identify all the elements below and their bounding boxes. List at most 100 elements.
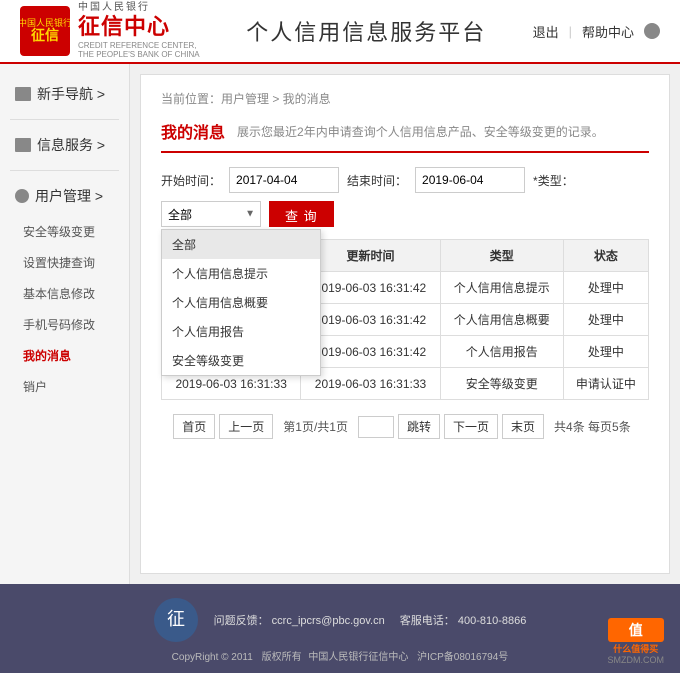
sidebar-item-my-message[interactable]: 我的消息	[0, 340, 129, 371]
logo-cn-top: 中国人民银行	[78, 2, 200, 14]
sidebar-guide-label: 新手导航 >	[37, 84, 105, 104]
footer-logo: 征	[154, 598, 198, 642]
sidebar: 新手导航 > 信息服务 > 用户管理 > 安全等级变更 设置快捷查询 基本信息修…	[0, 64, 130, 584]
footer-top: 征 问题反馈： ccrc_ipcrs@pbc.gov.cn 客服电话： 400-…	[20, 598, 660, 642]
logout-link[interactable]: 退出	[533, 22, 559, 41]
col-update-time: 更新时间	[301, 240, 440, 272]
logo-en-line2: THE PEOPLE'S BANK OF CHINA	[78, 50, 200, 60]
cell-update-time: 2019-06-03 16:31:42	[301, 336, 440, 368]
feedback-email: ccrc_ipcrs@pbc.gov.cn	[272, 615, 385, 627]
guide-icon	[15, 87, 31, 101]
goto-page-btn[interactable]: 跳转	[398, 414, 440, 439]
cell-status: 处理中	[563, 272, 648, 304]
col-status: 状态	[563, 240, 648, 272]
logo-emblem: 中国人民银行 征信	[20, 6, 70, 56]
logo-area: 中国人民银行 征信 中国人民银行 征信中心 CREDIT REFERENCE C…	[20, 2, 200, 60]
sidebar-user-label: 用户管理 >	[35, 186, 103, 206]
header-actions: 退出 | 帮助中心	[533, 22, 660, 41]
cell-type: 安全等级变更	[440, 368, 563, 400]
type-dropdown: 全部 个人信用信息提示 个人信用信息概要 个人信用报告 安全等级变更	[161, 229, 321, 376]
col-type: 类型	[440, 240, 563, 272]
footer-wrapper: 征 问题反馈： ccrc_ipcrs@pbc.gov.cn 客服电话： 400-…	[0, 584, 680, 673]
logo-en-line1: CREDIT REFERENCE CENTER,	[78, 41, 200, 51]
svg-text:征: 征	[167, 609, 185, 629]
header-icon-help	[644, 23, 660, 39]
sidebar-item-phone-modify[interactable]: 手机号码修改	[0, 309, 129, 340]
cell-type: 个人信用报告	[440, 336, 563, 368]
rights: 版权所有	[262, 652, 302, 663]
page-subtitle: 展示您最近2年内申请查询个人信用信息产品、安全等级变更的记录。	[237, 123, 604, 140]
side-logo: 值	[608, 618, 665, 642]
sidebar-item-user[interactable]: 用户管理 >	[0, 176, 129, 216]
next-page-btn[interactable]: 下一页	[444, 414, 498, 439]
page-title: 我的消息	[161, 119, 225, 143]
start-time-input[interactable]	[229, 167, 339, 193]
side-sub-text: SMZDM.COM	[608, 655, 665, 665]
feedback-label: 问题反馈：	[214, 615, 269, 627]
footer-logo-svg: 征	[156, 600, 196, 640]
sidebar-item-quick-query[interactable]: 设置快捷查询	[0, 247, 129, 278]
cell-status: 处理中	[563, 336, 648, 368]
help-link[interactable]: 帮助中心	[582, 22, 634, 41]
sidebar-service-label: 信息服务 >	[37, 135, 105, 155]
footer-info: 问题反馈： ccrc_ipcrs@pbc.gov.cn 客服电话： 400-81…	[214, 612, 527, 628]
sidebar-item-guide[interactable]: 新手导航 >	[0, 74, 129, 114]
dropdown-option-summary[interactable]: 个人信用信息概要	[162, 288, 320, 317]
cell-update-time: 2019-06-03 16:31:42	[301, 272, 440, 304]
first-page-btn[interactable]: 首页	[173, 414, 215, 439]
dropdown-option-report[interactable]: 个人信用报告	[162, 317, 320, 346]
sidebar-section-service: 信息服务 >	[0, 125, 129, 165]
cell-type: 个人信用信息概要	[440, 304, 563, 336]
total-info: 共4条 每页5条	[554, 418, 631, 435]
sidebar-divider-1	[10, 119, 119, 120]
footer-bottom: CopyRight © 2011 版权所有 中国人民银行征信中心 沪ICP备08…	[20, 648, 660, 663]
cell-update-time: 2019-06-03 16:31:42	[301, 304, 440, 336]
cell-update-time: 2019-06-03 16:31:33	[301, 368, 440, 400]
main-layout: 新手导航 > 信息服务 > 用户管理 > 安全等级变更 设置快捷查询 基本信息修…	[0, 64, 680, 584]
side-logo-text: 什么值得买	[608, 642, 665, 655]
type-label: *类型：	[533, 172, 574, 189]
type-select-wrapper: ▼ 全部 个人信用信息提示 个人信用信息概要 个人信用报告 安全等级变更	[161, 201, 261, 227]
sidebar-section-guide: 新手导航 >	[0, 74, 129, 114]
page-jump-input[interactable]	[358, 416, 394, 438]
sidebar-divider-2	[10, 170, 119, 171]
copyright: CopyRight © 2011	[172, 652, 253, 663]
header: 中国人民银行 征信 中国人民银行 征信中心 CREDIT REFERENCE C…	[0, 0, 680, 64]
dropdown-option-hint[interactable]: 个人信用信息提示	[162, 259, 320, 288]
breadcrumb: 当前位置：用户管理 > 我的消息	[161, 90, 649, 107]
pagination: 首页 上一页 第1页/共1页 跳转 下一页 末页 共4条 每页5条	[161, 414, 649, 439]
logo-text: 中国人民银行 征信中心 CREDIT REFERENCE CENTER, THE…	[78, 2, 200, 60]
logo-cn-main: 征信中心	[78, 14, 200, 40]
header-divider: |	[569, 24, 572, 39]
icp: 沪ICP备08016794号	[417, 652, 508, 663]
side-logo-area: 值 什么值得买 SMZDM.COM	[608, 618, 665, 665]
dropdown-option-security[interactable]: 安全等级变更	[162, 346, 320, 375]
type-select-input[interactable]	[161, 201, 261, 227]
prev-page-btn[interactable]: 上一页	[219, 414, 273, 439]
svg-text:征信: 征信	[31, 27, 59, 44]
org: 中国人民银行征信中心	[308, 652, 408, 663]
end-time-input[interactable]	[415, 167, 525, 193]
user-icon	[15, 189, 29, 203]
sidebar-item-basic-modify[interactable]: 基本信息修改	[0, 278, 129, 309]
page-title-area: 我的消息 展示您最近2年内申请查询个人信用信息产品、安全等级变更的记录。	[161, 119, 649, 153]
service-icon	[15, 138, 31, 152]
content-area: 当前位置：用户管理 > 我的消息 我的消息 展示您最近2年内申请查询个人信用信息…	[140, 74, 670, 574]
last-page-btn[interactable]: 末页	[502, 414, 544, 439]
service-label: 客服电话：	[400, 615, 455, 627]
sidebar-item-service[interactable]: 信息服务 >	[0, 125, 129, 165]
service-phone: 400-810-8866	[458, 615, 527, 627]
sidebar-item-security-change[interactable]: 安全等级变更	[0, 216, 129, 247]
footer: 征 问题反馈： ccrc_ipcrs@pbc.gov.cn 客服电话： 400-…	[0, 584, 680, 673]
end-time-label: 结束时间：	[347, 172, 407, 189]
start-time-label: 开始时间：	[161, 172, 221, 189]
sidebar-item-logout[interactable]: 销户	[0, 371, 129, 402]
page-display: 第1页/共1页	[283, 418, 348, 435]
dropdown-option-all[interactable]: 全部	[162, 230, 320, 259]
svg-text:中国人民银行: 中国人民银行	[20, 17, 70, 28]
sidebar-section-user: 用户管理 > 安全等级变更 设置快捷查询 基本信息修改 手机号码修改 我的消息 …	[0, 176, 129, 402]
cell-type: 个人信用信息提示	[440, 272, 563, 304]
header-title: 个人信用信息服务平台	[200, 15, 533, 47]
search-button[interactable]: 查 询	[269, 201, 334, 227]
filter-row: 开始时间： 结束时间： *类型： ▼ 全部 个人信用信息提示 个人信用信息概要 …	[161, 167, 649, 227]
